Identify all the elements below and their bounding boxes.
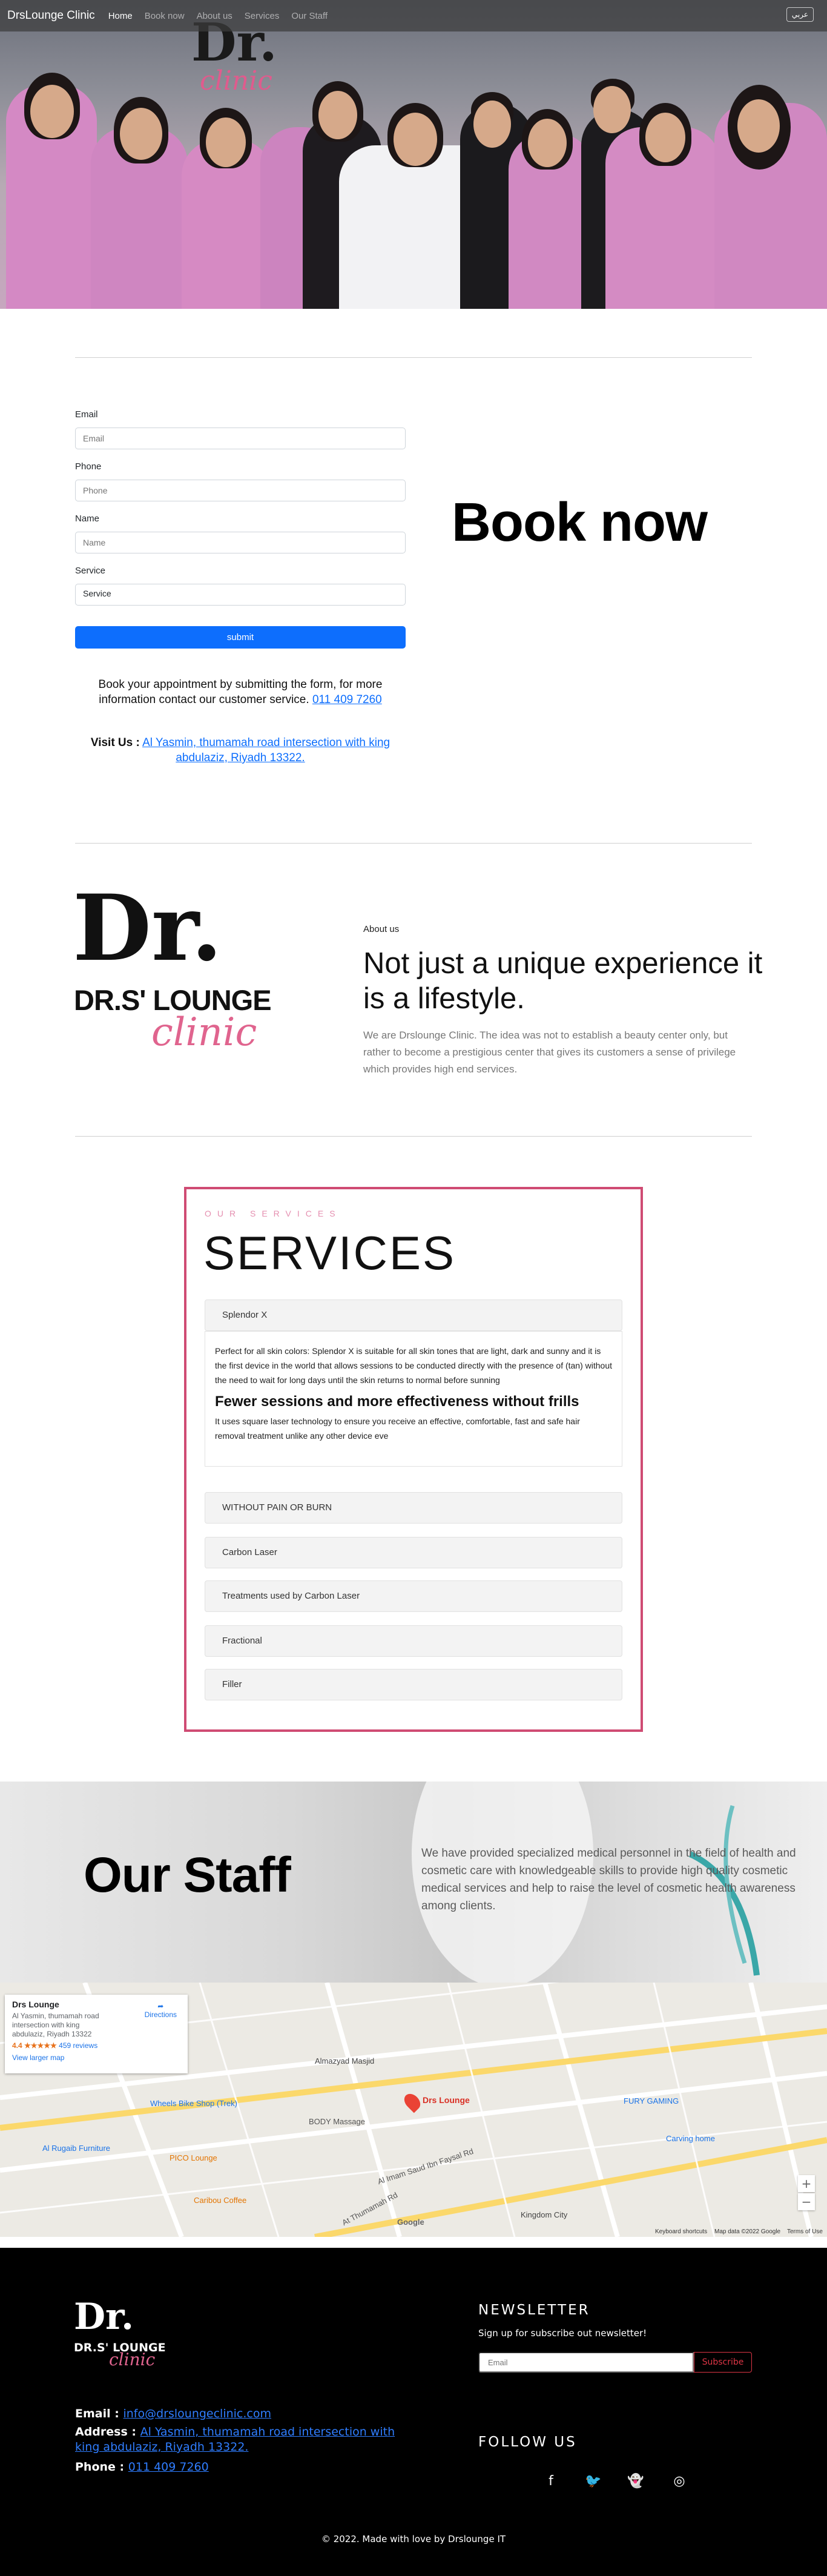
map-rating: 4.4 ★★★★★ 459 reviews [12,2041,98,2050]
visit-us-text: Visit Us : Al Yasmin, thumamah road inte… [90,736,390,764]
map-label-wheels: Wheels Bike Shop (Trek) [150,2099,238,2108]
newsletter-email-field[interactable] [478,2352,694,2373]
terms-link[interactable]: Terms of Use [787,2228,823,2235]
section-divider [75,843,752,844]
map-place-card: Drs Lounge Al Yasmin, thumamah road inte… [5,1995,188,2073]
map-label-caribou: Caribou Coffee [194,2196,247,2205]
map-label-rugaib: Al Rugaib Furniture [42,2144,110,2153]
staff-figure-face [120,108,162,160]
footer-logo-mark: Dr. [74,2296,134,2338]
instagram-icon[interactable]: ◎ [670,2472,689,2491]
services-title: SERVICES [203,1226,456,1280]
map-label-fury: FURY GAMING [624,2096,679,2105]
zoom-in-button[interactable]: + [798,2175,815,2192]
about-logo-mark: Dr. [73,875,223,982]
staff-figure-face [473,101,511,148]
follow-us-title: FOLLOW US [478,2434,577,2450]
directions-icon: ➦ [157,2002,164,2010]
footer-email: Email : info@drsloungeclinic.com [75,2407,272,2420]
staff-figure-face [645,113,685,162]
zoom-out-button[interactable]: − [798,2193,815,2210]
map-data-text: Map data ©2022 Google [714,2228,781,2235]
snapchat-icon[interactable]: 👻 [626,2472,645,2491]
map-pin-label: Drs Lounge [423,2095,470,2105]
navbar-brand[interactable]: DrsLounge Clinic [7,9,95,22]
footer-logo-script: clinic [109,2350,156,2370]
service-description-2: It uses square laser technology to ensur… [215,1416,580,1441]
map-place-address: Al Yasmin, thumamah road intersection wi… [12,2012,99,2038]
map-road [542,1983,620,2237]
newsletter-subtitle: Sign up for subscribe out newsletter! [478,2328,647,2339]
about-label: About us [363,924,400,934]
section-divider [75,357,752,358]
copyright-text: © 2022. Made with love by Drslounge IT [321,2534,506,2545]
staff-figure-face [528,119,567,167]
accordion-item-carbon-laser-treatments[interactable]: Treatments used by Carbon Laser [205,1580,622,1612]
hero-logo-script: clinic [200,65,272,96]
staff-figure-face [394,113,437,166]
name-field[interactable] [75,532,406,553]
map-label-almazyad: Almazyad Masjid [315,2056,375,2066]
footer-phone: Phone : 011 409 7260 [75,2460,209,2474]
about-heading: Not just a unique experience it is a lif… [363,947,763,1015]
email-field[interactable] [75,428,406,449]
staff-figure-face [206,117,246,167]
about-logo-script: clinic [151,1010,257,1055]
subscribe-button[interactable]: Subscribe [694,2352,752,2373]
directions-button[interactable]: ➦ Directions [145,2002,177,2019]
service-description: Perfect for all skin colors: Splendor X … [215,1346,613,1385]
keyboard-shortcuts-link[interactable]: Keyboard shortcuts [655,2228,707,2235]
nav-link-about-us[interactable]: About us [197,11,232,21]
nav-link-our-staff[interactable]: Our Staff [291,11,328,21]
email-label: Email [75,409,98,420]
booking-phone-link[interactable]: 011 409 7260 [312,693,382,706]
navbar: DrsLounge Clinic Home Book now About us … [0,0,827,31]
staff-figure-face [737,99,780,153]
service-select[interactable]: Service [75,584,406,606]
name-label: Name [75,514,100,524]
map-label-kingdom: Kingdom City [521,2210,568,2219]
accordion-item-carbon-laser[interactable]: Carbon Laser [205,1537,622,1568]
accordion-body-splendor-x: Perfect for all skin colors: Splendor X … [205,1331,622,1467]
map-label-body: BODY Massage [309,2117,365,2126]
staff-figure-face [318,91,357,139]
staff-text: We have provided specialized medical per… [421,1847,796,1912]
book-now-title: Book now [452,492,708,553]
accordion-item-fractional[interactable]: Fractional [205,1625,622,1657]
language-toggle-button[interactable]: عربي [786,7,814,22]
nav-link-book-now[interactable]: Book now [145,11,185,21]
hero-image: Dr. clinic [0,0,827,309]
facebook-icon[interactable]: f [541,2472,561,2491]
services-kicker: OUR SERVICES [205,1209,341,1218]
staff-figure-face [593,86,631,133]
our-staff-title: Our Staff [84,1848,291,1903]
accordion-item-filler[interactable]: Filler [205,1669,622,1700]
about-text: We are Drslounge Clinic. The idea was no… [363,1029,736,1075]
view-larger-map-link[interactable]: View larger map [12,2053,180,2062]
newsletter-title: NEWSLETTER [478,2302,590,2318]
footer-address: Address : Al Yasmin, thumamah road inter… [75,2425,395,2454]
nav-link-services[interactable]: Services [245,11,280,21]
submit-button[interactable]: submit [75,626,406,649]
map-label-carving: Carving home [666,2134,715,2143]
phone-label: Phone [75,461,102,472]
map-highway [314,2137,827,2237]
map-reviews-link[interactable]: 459 reviews [59,2041,97,2050]
address-link[interactable]: Al Yasmin, thumamah road intersection wi… [142,736,390,764]
phone-field[interactable] [75,480,406,501]
booking-info-text: Book your appointment by submitting the … [98,678,383,706]
service-label: Service [75,566,106,576]
accordion-item-splendor-x[interactable]: Splendor X [205,1300,622,1331]
section-divider [75,1136,752,1137]
map-label-pico: PICO Lounge [170,2153,217,2162]
staff-figure-face [30,85,74,138]
nav-link-home[interactable]: Home [108,11,133,21]
footer-email-link[interactable]: info@drsloungeclinic.com [123,2407,271,2420]
footer-phone-link[interactable]: 011 409 7260 [128,2460,209,2474]
service-subheading: Fewer sessions and more effectiveness wi… [215,1393,579,1410]
twitter-icon[interactable]: 🐦 [584,2472,603,2491]
accordion-item-without-pain[interactable]: WITHOUT PAIN OR BURN [205,1492,622,1524]
google-logo: Google [397,2218,424,2227]
